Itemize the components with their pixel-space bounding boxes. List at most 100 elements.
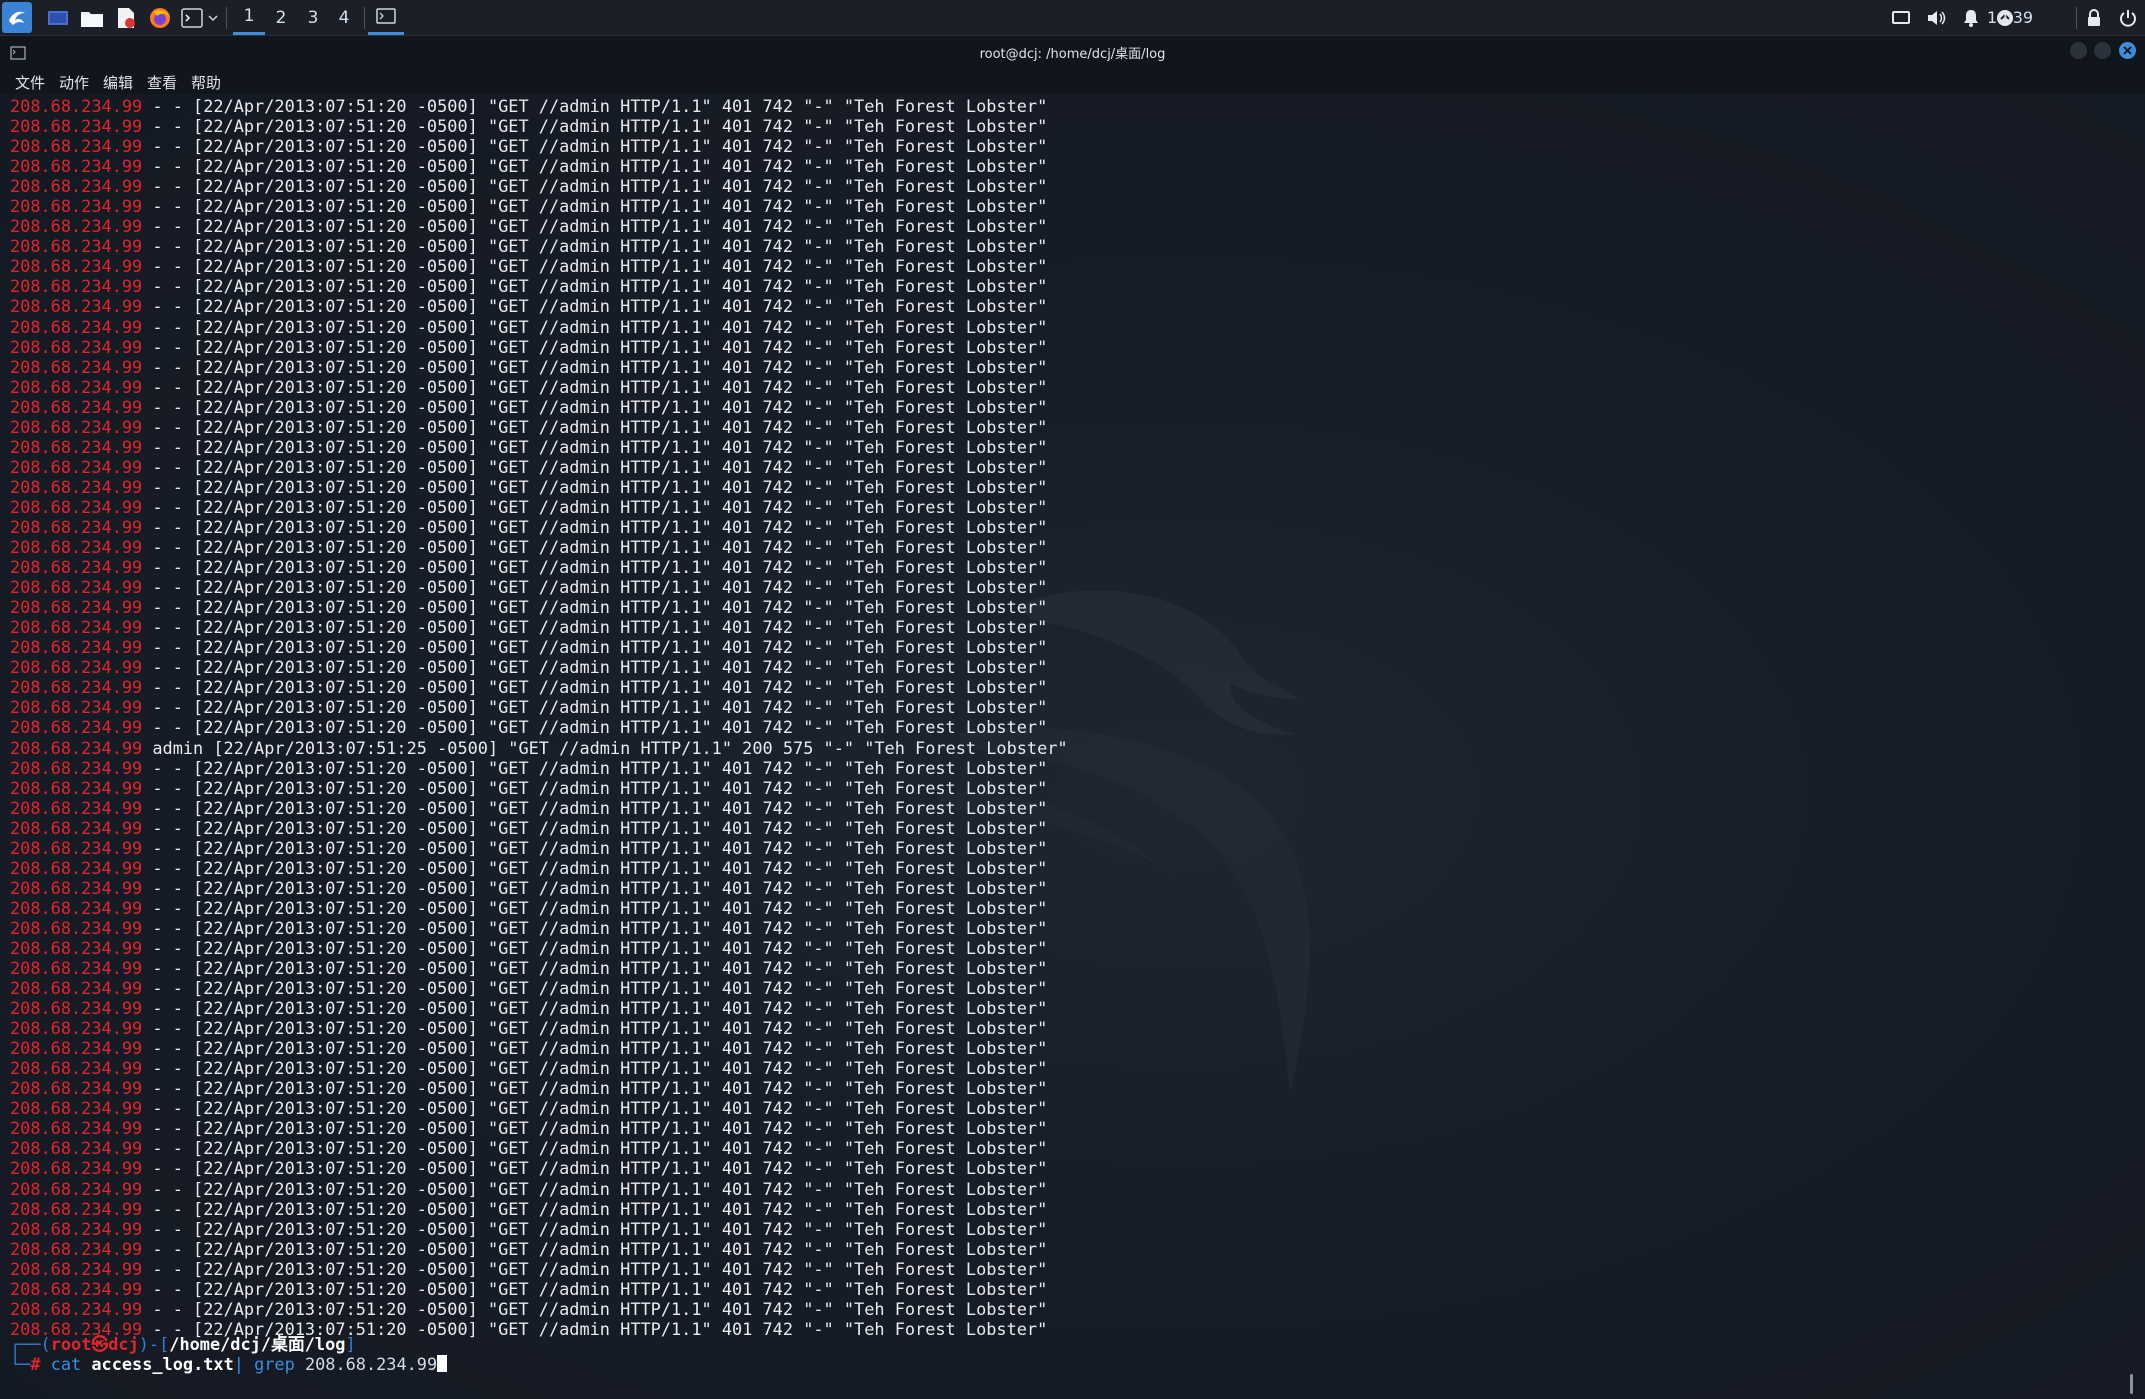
- log-ip: 208.68.234.99: [10, 657, 143, 678]
- workspace-3[interactable]: 3: [297, 0, 329, 35]
- maximize-button[interactable]: [2094, 42, 2111, 59]
- log-ip: 208.68.234.99: [10, 937, 143, 958]
- log-line: 208.68.234.99 - - [22/Apr/2013:07:51:20 …: [10, 778, 1068, 798]
- log-entry-text: - - [22/Apr/2013:07:51:20 -0500] "GET //…: [142, 557, 1048, 578]
- terminal-area[interactable]: 208.68.234.99 - - [22/Apr/2013:07:51:20 …: [0, 94, 2145, 1399]
- log-line: 208.68.234.99 - - [22/Apr/2013:07:51:20 …: [10, 798, 1068, 818]
- log-line: 208.68.234.99 - - [22/Apr/2013:07:51:20 …: [10, 697, 1068, 717]
- firefox-icon[interactable]: [148, 0, 172, 35]
- log-ip: 208.68.234.99: [10, 1298, 143, 1319]
- log-line: 208.68.234.99 - - [22/Apr/2013:07:51:20 …: [10, 156, 1068, 176]
- prompt-line-1: ┌──(root㉿dcj)-[/home/dcj/桌面/log]: [10, 1334, 356, 1354]
- workspace-1[interactable]: 1: [233, 0, 265, 35]
- display-icon[interactable]: [1889, 0, 1913, 35]
- log-line: 208.68.234.99 - - [22/Apr/2013:07:51:20 …: [10, 517, 1068, 537]
- log-ip: 208.68.234.99: [10, 1218, 143, 1239]
- log-entry-text: - - [22/Apr/2013:07:51:20 -0500] "GET //…: [142, 256, 1048, 277]
- log-entry-text: - - [22/Apr/2013:07:51:20 -0500] "GET //…: [142, 958, 1048, 979]
- log-ip: 208.68.234.99: [10, 256, 143, 277]
- log-entry-text: - - [22/Apr/2013:07:51:20 -0500] "GET //…: [142, 537, 1048, 558]
- prompt-line-2[interactable]: └─# cat access_log.txt| grep 208.68.234.…: [10, 1354, 448, 1374]
- log-line: 208.68.234.99 - - [22/Apr/2013:07:51:20 …: [10, 296, 1068, 316]
- log-entry-text: - - [22/Apr/2013:07:51:20 -0500] "GET //…: [142, 1198, 1048, 1219]
- log-line: 208.68.234.99 - - [22/Apr/2013:07:51:20 …: [10, 256, 1068, 276]
- log-ip: 208.68.234.99: [10, 476, 143, 497]
- log-entry-text: - - [22/Apr/2013:07:51:20 -0500] "GET //…: [142, 1238, 1048, 1259]
- clock[interactable]: 10:39: [1979, 0, 2041, 35]
- power-icon[interactable]: [2116, 0, 2140, 35]
- log-line: 208.68.234.99 - - [22/Apr/2013:07:51:20 …: [10, 116, 1068, 136]
- log-ip: 208.68.234.99: [10, 376, 143, 397]
- log-ip: 208.68.234.99: [10, 737, 143, 758]
- menu-action[interactable]: 动作: [59, 72, 89, 93]
- log-line: 208.68.234.99 - - [22/Apr/2013:07:51:20 …: [10, 96, 1068, 116]
- log-ip: 208.68.234.99: [10, 917, 143, 938]
- log-line: 208.68.234.99 - - [22/Apr/2013:07:51:20 …: [10, 1199, 1068, 1219]
- command-arg: access_log.txt: [91, 1354, 234, 1374]
- panel-separator: [226, 7, 227, 29]
- log-line: 208.68.234.99 - - [22/Apr/2013:07:51:20 …: [10, 677, 1068, 697]
- log-entry-text: - - [22/Apr/2013:07:51:20 -0500] "GET //…: [142, 196, 1048, 217]
- log-entry-text: - - [22/Apr/2013:07:51:20 -0500] "GET //…: [142, 336, 1048, 357]
- log-entry-text: - - [22/Apr/2013:07:51:20 -0500] "GET //…: [142, 1258, 1048, 1279]
- log-entry-text: - - [22/Apr/2013:07:51:20 -0500] "GET //…: [142, 96, 1048, 116]
- close-button[interactable]: [2119, 42, 2136, 59]
- minimize-button[interactable]: [2070, 42, 2087, 59]
- log-line: 208.68.234.99 - - [22/Apr/2013:07:51:20 …: [10, 878, 1068, 898]
- log-ip: 208.68.234.99: [10, 677, 143, 698]
- log-line: 208.68.234.99 - - [22/Apr/2013:07:51:20 …: [10, 196, 1068, 216]
- log-line: 208.68.234.99 - - [22/Apr/2013:07:51:20 …: [10, 858, 1068, 878]
- log-ip: 208.68.234.99: [10, 1038, 143, 1059]
- terminal-icon[interactable]: [180, 0, 204, 35]
- log-ip: 208.68.234.99: [10, 597, 143, 618]
- log-line: 208.68.234.99 - - [22/Apr/2013:07:51:20 …: [10, 717, 1068, 737]
- log-line: 208.68.234.99 - - [22/Apr/2013:07:51:20 …: [10, 176, 1068, 196]
- log-line: 208.68.234.99 - - [22/Apr/2013:07:51:20 …: [10, 337, 1068, 357]
- log-entry-text: - - [22/Apr/2013:07:51:20 -0500] "GET //…: [142, 837, 1048, 858]
- window-titlebar[interactable]: root@dcj: /home/dcj/桌面/log: [0, 36, 2145, 68]
- log-line: 208.68.234.99 - - [22/Apr/2013:07:51:20 …: [10, 136, 1068, 156]
- log-entry-text: - - [22/Apr/2013:07:51:20 -0500] "GET //…: [142, 496, 1048, 517]
- volume-icon[interactable]: [1924, 0, 1948, 35]
- log-entry-text: - - [22/Apr/2013:07:51:20 -0500] "GET //…: [142, 116, 1048, 137]
- log-ip: 208.68.234.99: [10, 296, 143, 317]
- log-entry-text: - - [22/Apr/2013:07:51:20 -0500] "GET //…: [142, 216, 1048, 237]
- log-line: 208.68.234.99 - - [22/Apr/2013:07:51:20 …: [10, 357, 1068, 377]
- log-line: 208.68.234.99 - - [22/Apr/2013:07:51:20 …: [10, 437, 1068, 457]
- file-manager-icon[interactable]: [79, 0, 105, 35]
- scrollbar[interactable]: [2130, 1374, 2133, 1394]
- log-ip: 208.68.234.99: [10, 1118, 143, 1139]
- menu-view[interactable]: 查看: [147, 72, 177, 93]
- log-ip: 208.68.234.99: [10, 1138, 143, 1159]
- log-entry-text: - - [22/Apr/2013:07:51:20 -0500] "GET //…: [142, 817, 1048, 838]
- terminal-window-icon[interactable]: [368, 0, 404, 35]
- kali-menu-icon[interactable]: [2, 2, 32, 33]
- log-entry-text: - - [22/Apr/2013:07:51:20 -0500] "GET //…: [142, 1118, 1048, 1139]
- desktop-icon[interactable]: [45, 0, 71, 35]
- log-line: 208.68.234.99 - - [22/Apr/2013:07:51:20 …: [10, 978, 1068, 998]
- menu-help[interactable]: 帮助: [191, 72, 221, 93]
- log-line: 208.68.234.99 - - [22/Apr/2013:07:51:20 …: [10, 1279, 1068, 1299]
- log-entry-text: - - [22/Apr/2013:07:51:20 -0500] "GET //…: [142, 657, 1048, 678]
- menu-file[interactable]: 文件: [15, 72, 45, 93]
- log-entry-text: - - [22/Apr/2013:07:51:20 -0500] "GET //…: [142, 1018, 1048, 1039]
- text-editor-icon[interactable]: [114, 0, 138, 35]
- menu-edit[interactable]: 编辑: [103, 72, 133, 93]
- log-entry-text: - - [22/Apr/2013:07:51:20 -0500] "GET //…: [142, 516, 1048, 537]
- lock-icon[interactable]: [2082, 0, 2106, 35]
- log-entry-text: - - [22/Apr/2013:07:51:20 -0500] "GET //…: [142, 757, 1048, 778]
- workspace-2[interactable]: 2: [265, 0, 297, 35]
- log-entry-text: - - [22/Apr/2013:07:51:20 -0500] "GET //…: [142, 1278, 1048, 1299]
- log-ip: 208.68.234.99: [10, 1238, 143, 1259]
- log-entry-text: - - [22/Apr/2013:07:51:20 -0500] "GET //…: [142, 897, 1048, 918]
- log-ip: 208.68.234.99: [10, 176, 143, 197]
- log-line: 208.68.234.99 - - [22/Apr/2013:07:51:20 …: [10, 898, 1068, 918]
- log-ip: 208.68.234.99: [10, 96, 143, 116]
- text-cursor: [437, 1355, 448, 1372]
- workspace-4[interactable]: 4: [328, 0, 360, 35]
- log-line: 208.68.234.99 - - [22/Apr/2013:07:51:20 …: [10, 818, 1068, 838]
- log-line: 208.68.234.99 - - [22/Apr/2013:07:51:20 …: [10, 497, 1068, 517]
- log-entry-text: - - [22/Apr/2013:07:51:20 -0500] "GET //…: [142, 998, 1048, 1019]
- log-ip: 208.68.234.99: [10, 817, 143, 838]
- chevron-down-icon[interactable]: [206, 0, 220, 35]
